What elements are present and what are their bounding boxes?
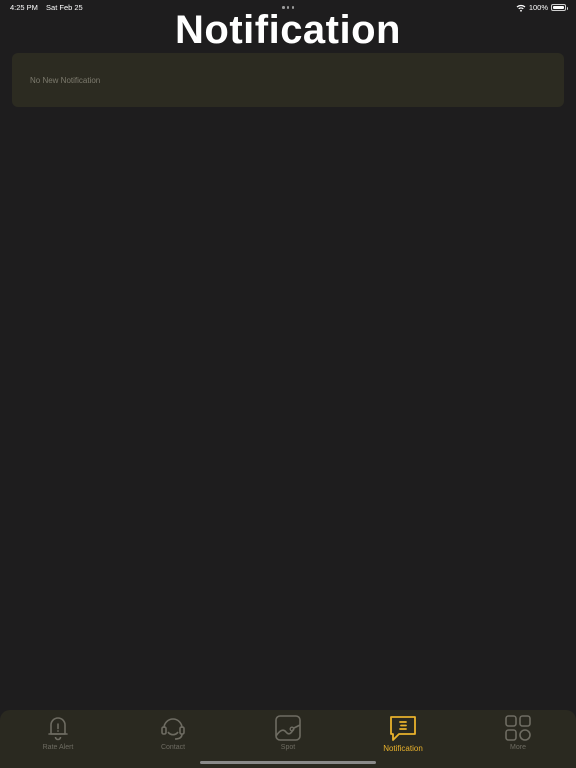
tab-bar: Rate Alert Contact Spot Notification Mor… (0, 710, 576, 768)
chart-icon (275, 715, 301, 741)
tab-label-notification: Notification (383, 744, 423, 753)
tab-label-spot: Spot (280, 744, 296, 751)
tab-label-rate-alert: Rate Alert (42, 744, 74, 751)
tab-notification[interactable]: Notification (363, 713, 443, 761)
home-indicator[interactable] (200, 761, 376, 764)
headset-icon (161, 718, 185, 740)
empty-notification-message: No New Notification (30, 76, 101, 85)
app-screen: 4:25 PM Sat Feb 25 100% Notification No … (0, 0, 576, 768)
tab-label-contact: Contact (160, 744, 186, 751)
tab-more[interactable]: More (478, 713, 558, 761)
message-icon (390, 716, 416, 741)
tab-spot[interactable]: Spot (248, 713, 328, 761)
tab-label-more: More (510, 744, 526, 751)
tab-rate-alert[interactable]: Rate Alert (18, 713, 98, 761)
tab-contact[interactable]: Contact (133, 713, 213, 761)
bell-icon (48, 717, 68, 741)
grid-icon (505, 715, 531, 741)
page-title: Notification (175, 8, 401, 52)
notification-card: No New Notification (12, 53, 564, 107)
